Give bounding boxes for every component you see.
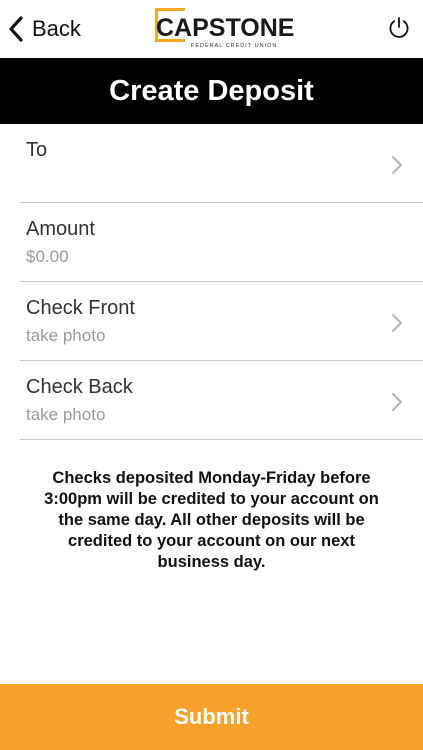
amount-value[interactable]: $0.00 xyxy=(26,247,69,267)
amount-row[interactable]: Amount $0.00 xyxy=(20,203,423,282)
back-button[interactable]: Back xyxy=(8,12,81,46)
submit-button[interactable]: Submit xyxy=(0,684,423,750)
deposit-cutoff-notice: Checks deposited Monday-Friday before 3:… xyxy=(44,469,379,571)
power-icon[interactable] xyxy=(387,16,411,40)
check-front-label: Check Front xyxy=(26,297,135,319)
check-back-label: Check Back xyxy=(26,376,133,398)
logo-stone-text: STONE xyxy=(208,14,295,42)
deposit-form: To Amount $0.00 Check Front take photo C… xyxy=(0,124,423,440)
title-bar: Create Deposit xyxy=(0,58,423,124)
check-front-value: take photo xyxy=(26,326,106,345)
chevron-right-icon xyxy=(392,314,402,332)
chevron-right-icon xyxy=(392,393,402,411)
to-account-row[interactable]: To xyxy=(20,124,423,203)
navigation-bar: Back CAPSTONE FEDERAL CREDIT UNION xyxy=(0,0,423,58)
capstone-logo: CAPSTONE FEDERAL CREDIT UNION xyxy=(155,8,294,52)
logo-cap-text: CAP xyxy=(156,14,209,42)
to-label: To xyxy=(26,139,48,161)
check-front-row[interactable]: Check Front take photo xyxy=(20,282,423,361)
check-back-value: take photo xyxy=(26,405,106,424)
page-title: Create Deposit xyxy=(109,74,314,107)
logo-subtitle: FEDERAL CREDIT UNION xyxy=(191,43,278,49)
back-label: Back xyxy=(32,16,81,41)
amount-label: Amount xyxy=(26,218,95,240)
create-deposit-screen: Back CAPSTONE FEDERAL CREDIT UNION Creat… xyxy=(0,0,423,750)
check-back-row[interactable]: Check Back take photo xyxy=(20,361,423,440)
chevron-left-icon xyxy=(9,16,23,42)
chevron-right-icon xyxy=(392,156,402,174)
logo-wordmark: CAPSTONE xyxy=(156,15,294,41)
